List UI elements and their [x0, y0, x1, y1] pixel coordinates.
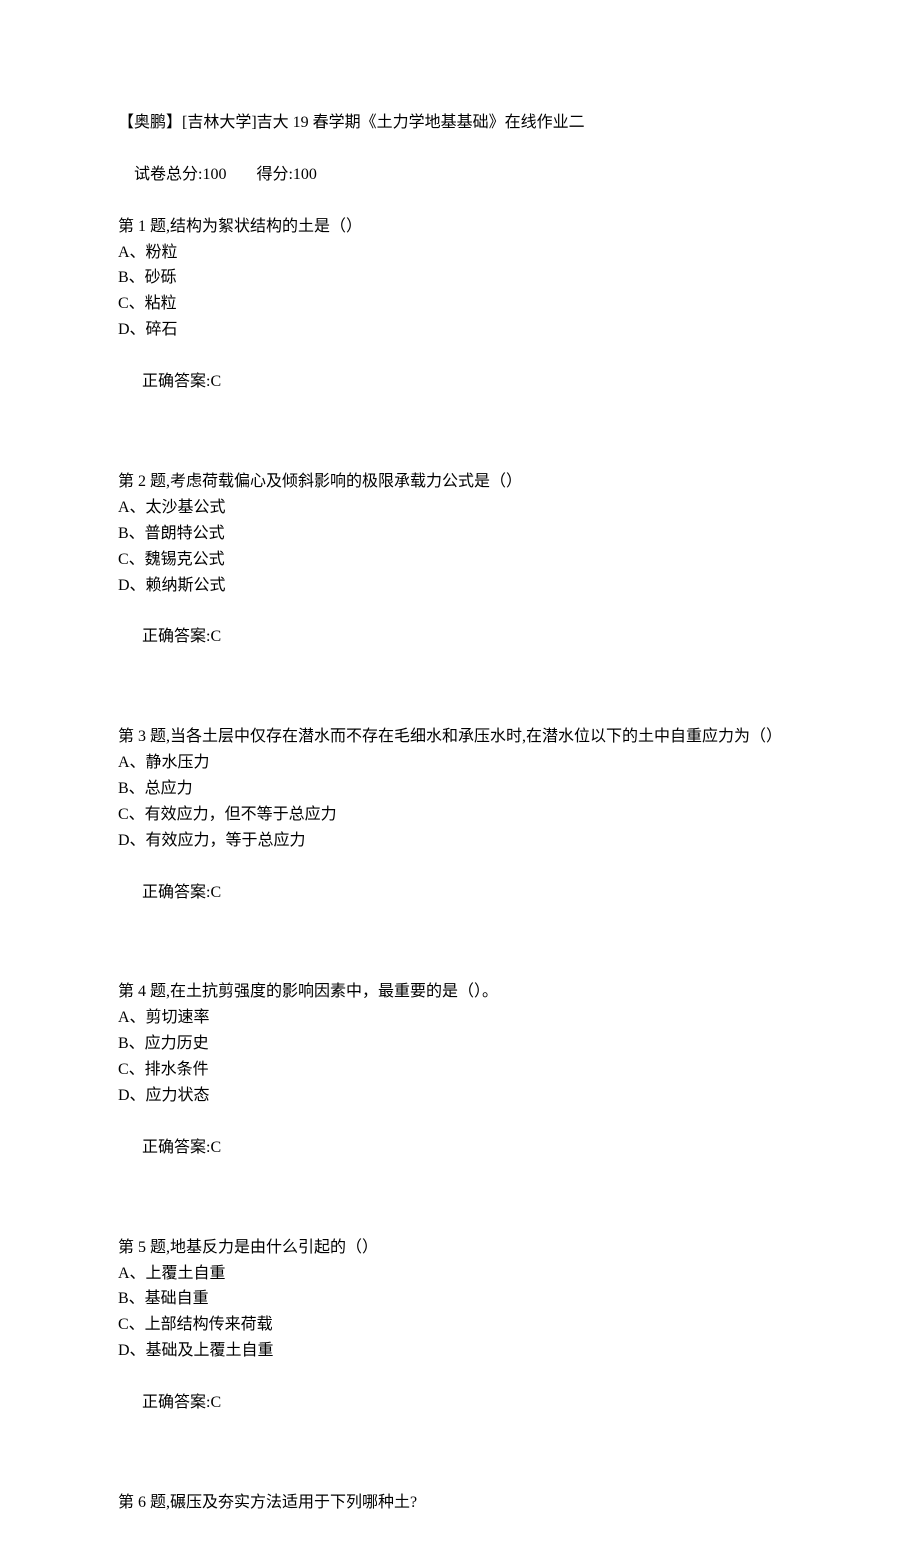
question-option: C、上部结构传来荷载	[118, 1312, 802, 1338]
answer-label: 正确答案:	[142, 373, 210, 390]
question-heading: 第 3 题,当各土层中仅存在潜水而不存在毛细水和承压水时,在潜水位以下的土中自重…	[118, 724, 802, 750]
answer-line: 正确答案:C	[118, 1364, 802, 1442]
page-title: 【奥鹏】[吉林大学]吉大 19 春学期《土力学地基基础》在线作业二	[118, 110, 802, 136]
question-block: 第 2 题,考虑荷载偏心及倾斜影响的极限承载力公式是（） A、太沙基公式 B、普…	[118, 469, 802, 676]
answer-line: 正确答案:C	[118, 598, 802, 676]
question-option: C、粘粒	[118, 291, 802, 317]
answer-label: 正确答案:	[142, 1139, 210, 1156]
question-block: 第 3 题,当各土层中仅存在潜水而不存在毛细水和承压水时,在潜水位以下的土中自重…	[118, 724, 802, 931]
answer-line: 正确答案:C	[118, 1109, 802, 1187]
answer-label: 正确答案:	[142, 628, 210, 645]
question-option: D、基础及上覆土自重	[118, 1338, 802, 1364]
question-heading: 第 6 题,碾压及夯实方法适用于下列哪种土?	[118, 1490, 802, 1516]
answer-value: C	[210, 628, 221, 645]
question-option: D、赖纳斯公式	[118, 573, 802, 599]
answer-label: 正确答案:	[142, 1394, 210, 1411]
answer-line: 正确答案:C	[118, 854, 802, 932]
question-heading: 第 1 题,结构为絮状结构的土是（）	[118, 214, 802, 240]
question-heading: 第 2 题,考虑荷载偏心及倾斜影响的极限承载力公式是（）	[118, 469, 802, 495]
question-option: A、粉粒	[118, 240, 802, 266]
question-option: D、碎石	[118, 317, 802, 343]
question-block: 第 1 题,结构为絮状结构的土是（） A、粉粒 B、砂砾 C、粘粒 D、碎石 正…	[118, 214, 802, 421]
question-option: A、静水压力	[118, 750, 802, 776]
question-option: A、太沙基公式	[118, 495, 802, 521]
question-option: B、普朗特公式	[118, 521, 802, 547]
question-option: B、砂砾	[118, 265, 802, 291]
total-score-label: 试卷总分:100	[134, 166, 226, 183]
question-option: D、有效应力，等于总应力	[118, 828, 802, 854]
answer-value: C	[210, 373, 221, 390]
answer-value: C	[210, 1139, 221, 1156]
question-option: B、总应力	[118, 776, 802, 802]
question-option: C、有效应力，但不等于总应力	[118, 802, 802, 828]
score-line: 试卷总分:100 得分:100	[118, 136, 802, 214]
question-option: C、魏锡克公式	[118, 547, 802, 573]
answer-value: C	[210, 884, 221, 901]
answer-line: 正确答案:C	[118, 343, 802, 421]
question-heading: 第 4 题,在土抗剪强度的影响因素中，最重要的是（）。	[118, 979, 802, 1005]
question-option: A、上覆土自重	[118, 1261, 802, 1287]
answer-value: C	[210, 1394, 221, 1411]
question-block: 第 5 题,地基反力是由什么引起的（） A、上覆土自重 B、基础自重 C、上部结…	[118, 1235, 802, 1442]
question-block: 第 6 题,碾压及夯实方法适用于下列哪种土?	[118, 1490, 802, 1516]
question-option: D、应力状态	[118, 1083, 802, 1109]
document-page: 【奥鹏】[吉林大学]吉大 19 春学期《土力学地基基础》在线作业二 试卷总分:1…	[0, 0, 920, 1556]
obtained-score-label: 得分:100	[256, 166, 316, 183]
question-heading: 第 5 题,地基反力是由什么引起的（）	[118, 1235, 802, 1261]
question-block: 第 4 题,在土抗剪强度的影响因素中，最重要的是（）。 A、剪切速率 B、应力历…	[118, 979, 802, 1186]
question-option: A、剪切速率	[118, 1005, 802, 1031]
question-option: C、排水条件	[118, 1057, 802, 1083]
question-option: B、基础自重	[118, 1286, 802, 1312]
question-option: B、应力历史	[118, 1031, 802, 1057]
answer-label: 正确答案:	[142, 884, 210, 901]
